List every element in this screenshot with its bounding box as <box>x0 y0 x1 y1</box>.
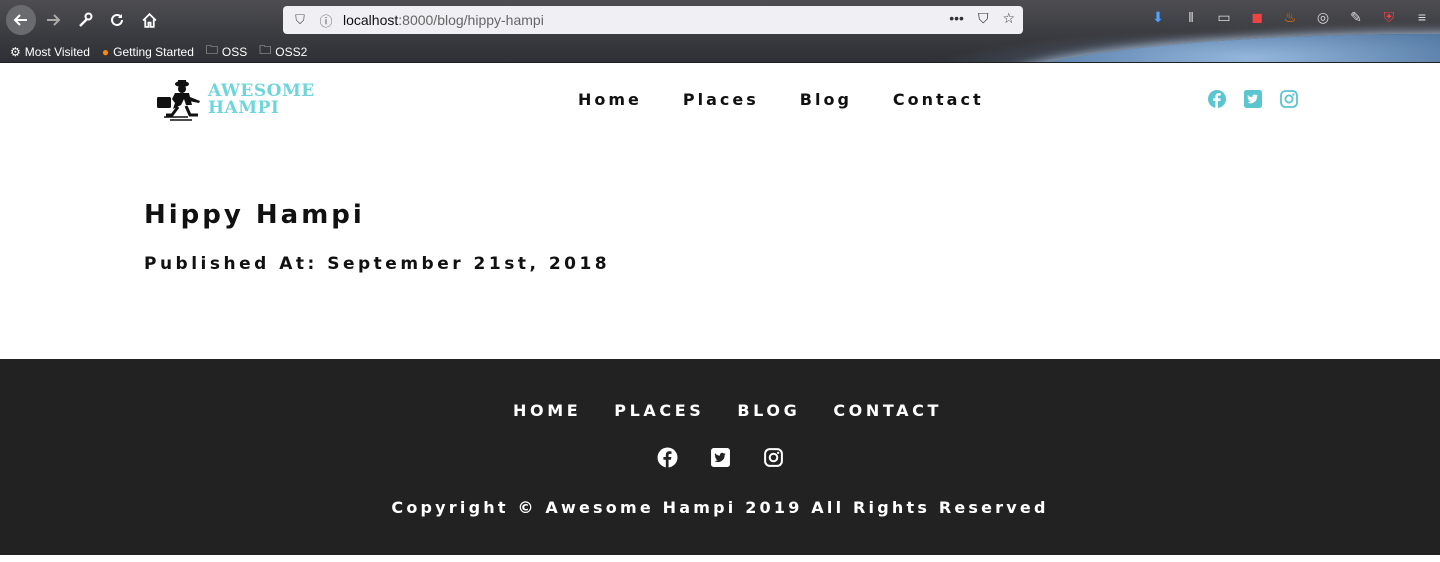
nav-link-home[interactable]: Home <box>578 90 642 109</box>
bookmark-most-visited[interactable]: ⚙ Most Visited <box>10 41 90 62</box>
eyedropper-icon[interactable]: ✎ <box>1348 9 1364 25</box>
customize-button[interactable] <box>72 7 98 33</box>
site-header: AWESOME HAMPI Home Places Blog Contact <box>0 63 1440 138</box>
shield-icon[interactable]: ⛉ <box>291 12 309 28</box>
header-social-links <box>1207 89 1299 109</box>
extension-red-icon[interactable]: ◼ <box>1249 9 1265 25</box>
bookmark-label: Most Visited <box>24 44 90 59</box>
bookmark-label: OSS <box>221 44 248 59</box>
footer-social-links <box>657 447 784 468</box>
instagram-icon[interactable] <box>1279 89 1299 109</box>
twitter-icon[interactable] <box>1243 89 1263 109</box>
firefox-monitor-icon[interactable]: ♨ <box>1282 9 1298 25</box>
theme-background <box>980 34 1440 62</box>
arrow-left-icon <box>13 14 27 26</box>
post-published-date: Published At: September 21st, 2018 <box>144 254 611 274</box>
site-logo[interactable]: AWESOME HAMPI <box>154 79 315 121</box>
logo-line-2: HAMPI <box>208 98 280 118</box>
more-actions-icon[interactable]: ••• <box>949 10 964 27</box>
footer-link-places[interactable]: PLACES <box>614 401 704 420</box>
sync-icon[interactable]: ◎ <box>1315 9 1331 25</box>
folder-icon: 🗀 <box>259 43 272 57</box>
nav-link-blog[interactable]: Blog <box>800 90 852 109</box>
folder-icon: 🗀 <box>205 43 218 57</box>
footer-link-contact[interactable]: CONTACT <box>833 401 942 420</box>
back-button[interactable] <box>6 5 36 35</box>
footer-link-home[interactable]: HOME <box>513 401 581 420</box>
home-icon <box>141 12 157 28</box>
download-icon[interactable]: ⬇ <box>1150 9 1166 25</box>
firefox-icon: ● <box>101 44 110 59</box>
url-path: :8000/blog/hippy-hampi <box>398 12 544 28</box>
twitter-icon[interactable] <box>710 447 731 468</box>
traveler-logo-icon <box>157 80 200 121</box>
bookmarks-bar: ⚙ Most Visited ● Getting Started 🗀 OSS 🗀… <box>10 41 307 62</box>
bookmark-oss[interactable]: 🗀 OSS <box>206 41 247 62</box>
footer-nav: HOME PLACES BLOG CONTACT <box>513 401 942 420</box>
url-host: localhost <box>343 12 399 28</box>
wrench-icon <box>79 12 93 27</box>
address-bar[interactable]: ⛉ ⓘ localhost:8000/blog/hippy-hampi ••• … <box>283 6 1023 34</box>
site-footer: HOME PLACES BLOG CONTACT Copyright © Awe… <box>0 359 1440 555</box>
bookmark-getting-started[interactable]: ● Getting Started <box>102 41 194 62</box>
facebook-icon[interactable] <box>657 447 678 468</box>
arrow-right-icon <box>47 14 61 26</box>
info-icon[interactable]: ⓘ <box>317 11 335 30</box>
reload-button[interactable] <box>104 7 130 33</box>
facebook-icon[interactable] <box>1207 89 1227 109</box>
home-button[interactable] <box>136 7 162 33</box>
bookmark-oss2[interactable]: 🗀 OSS2 <box>259 41 307 62</box>
library-icon[interactable]: ‖ <box>1183 9 1199 25</box>
footer-link-blog[interactable]: BLOG <box>737 401 800 420</box>
reload-icon <box>111 13 123 26</box>
reader-icon[interactable]: ▭ <box>1216 9 1232 25</box>
forward-button[interactable] <box>40 7 66 33</box>
shield-ext-icon[interactable]: ⛨ <box>1381 9 1397 25</box>
nav-link-contact[interactable]: Contact <box>893 90 984 109</box>
main-nav: Home Places Blog Contact <box>578 90 984 109</box>
bookmark-label: OSS2 <box>275 44 308 59</box>
bookmark-label: Getting Started <box>113 44 194 59</box>
nav-link-places[interactable]: Places <box>683 90 759 109</box>
post-title: Hippy Hampi <box>144 200 365 230</box>
gear-icon: ⚙ <box>10 44 21 59</box>
instagram-icon[interactable] <box>763 447 784 468</box>
browser-toolbar: ⛉ ⓘ localhost:8000/blog/hippy-hampi ••• … <box>0 0 1440 63</box>
star-icon[interactable]: ☆ <box>1002 10 1015 27</box>
pocket-icon[interactable]: ⛉ <box>978 10 989 27</box>
menu-icon[interactable]: ≡ <box>1414 9 1430 25</box>
copyright-text: Copyright © Awesome Hampi 2019 All Right… <box>391 498 1049 517</box>
